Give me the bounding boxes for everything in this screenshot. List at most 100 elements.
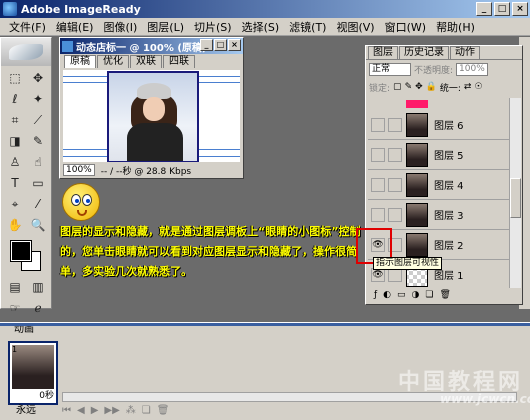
move-tool-icon[interactable]: ✥ [28, 68, 48, 88]
layer-thumbnail [406, 232, 428, 257]
lock-label: 锁定: [369, 83, 391, 94]
layer-row[interactable]: 图层 3 [368, 200, 510, 230]
minimize-button[interactable]: _ [476, 2, 492, 16]
type-tool-icon[interactable]: T [5, 173, 25, 193]
menu-layer[interactable]: 图层(L) [142, 19, 189, 35]
layer-row[interactable]: 图层 4 [368, 170, 510, 200]
layer-visibility-toggle[interactable] [371, 207, 385, 222]
menu-window[interactable]: 窗口(W) [380, 19, 431, 35]
lasso-tool-icon[interactable]: ℓ [5, 89, 25, 109]
menu-slice[interactable]: 切片(S) [189, 19, 237, 35]
tab-history[interactable]: 历史记录 [399, 46, 449, 59]
layer-thumbnail [406, 202, 428, 227]
lock-transparency-icon[interactable]: ▢ [393, 82, 402, 92]
document-status-bar: 100% -- / --秒 @ 28.8 Kbps [63, 163, 240, 177]
frame-thumbnail [12, 345, 54, 389]
tab-actions[interactable]: 动作 [450, 46, 480, 59]
app-title: Adobe ImageReady [21, 2, 141, 16]
prev-frame-icon[interactable]: ◀ [77, 405, 85, 416]
menu-file[interactable]: 文件(F) [4, 19, 51, 35]
zoom-tool-icon[interactable]: 🔍 [28, 215, 48, 235]
slice-tool-icon[interactable]: ⟋ [28, 110, 48, 130]
document-canvas[interactable] [63, 70, 240, 162]
image-map-tool-icon[interactable]: ⌖ [5, 194, 25, 214]
stamp-tool-icon[interactable]: ♙ [5, 152, 25, 172]
layer-style-icon[interactable]: ƒ [374, 290, 377, 300]
layer-thumbnail [406, 142, 428, 167]
marquee-tool-icon[interactable]: ⬚ [5, 68, 25, 88]
rollover-preview-icon[interactable]: ☞ [5, 298, 25, 318]
unify-position-icon[interactable]: ⇄ [464, 82, 472, 92]
watermark-url: www.jcwcn.com [440, 392, 530, 406]
play-icon[interactable]: ▶ [91, 405, 99, 416]
layer-row[interactable]: 图层 6 [368, 110, 510, 140]
layer-link-toggle[interactable] [388, 117, 402, 132]
delete-layer-icon[interactable]: 🗑 [439, 290, 450, 300]
layer-link-toggle[interactable] [388, 177, 402, 192]
layer-link-toggle[interactable] [388, 147, 402, 162]
menu-image[interactable]: 图像(I) [98, 19, 142, 35]
lock-pixels-icon[interactable]: ✎ [405, 82, 413, 92]
lock-all-icon[interactable]: 🔒 [426, 82, 437, 92]
shape-tool-icon[interactable]: ▭ [28, 173, 48, 193]
loop-select[interactable]: 永远 [16, 401, 36, 416]
layer-list-scrollbar[interactable] [509, 98, 521, 288]
tab-4-up[interactable]: 四联 [163, 55, 195, 68]
zoom-level-select[interactable]: 100% [63, 164, 95, 176]
layer-mask-icon[interactable]: ◐ [383, 290, 391, 300]
menu-view[interactable]: 视图(V) [331, 19, 379, 35]
toggle-image-map-icon[interactable]: ▥ [28, 277, 48, 297]
layer-row[interactable]: 图层 5 [368, 140, 510, 170]
smudge-tool-icon[interactable]: ☝ [28, 152, 48, 172]
emoticon-icon [62, 183, 100, 221]
layer-name: 图层 6 [434, 121, 464, 132]
menu-select[interactable]: 选择(S) [237, 19, 285, 35]
download-time: -- / --秒 @ 28.8 Kbps [100, 166, 192, 177]
menu-help[interactable]: 帮助(H) [431, 19, 480, 35]
blend-mode-select[interactable]: 正常 [369, 62, 411, 76]
toggle-slice-visibility-icon[interactable]: ▤ [5, 277, 25, 297]
lock-position-icon[interactable]: ✥ [415, 82, 423, 92]
feather-logo-icon [9, 44, 43, 60]
doc-close-button[interactable]: × [228, 39, 241, 51]
magic-wand-tool-icon[interactable]: ✦ [28, 89, 48, 109]
doc-maximize-button[interactable]: □ [214, 39, 227, 51]
layer-visibility-toggle[interactable] [371, 117, 385, 132]
doc-minimize-button[interactable]: _ [200, 39, 213, 51]
menu-filter[interactable]: 滤镜(T) [284, 19, 331, 35]
playback-controls: ⏮ ◀ ▶ ▶▶ ⁂ ❏ 🗑 [62, 405, 169, 416]
menu-edit[interactable]: 编辑(E) [51, 19, 99, 35]
layer-link-toggle[interactable] [388, 207, 402, 222]
unify-style-icon[interactable]: ☉ [474, 82, 482, 92]
duplicate-frame-icon[interactable]: ❏ [142, 405, 151, 416]
new-set-icon[interactable]: ▭ [397, 290, 406, 300]
layer-name: 图层 4 [434, 181, 464, 192]
tween-icon[interactable]: ⁂ [126, 405, 136, 416]
first-frame-icon[interactable]: ⏮ [62, 405, 71, 416]
eraser-tool-icon[interactable]: ◨ [5, 131, 25, 151]
layer-visibility-toggle[interactable] [371, 147, 385, 162]
next-frame-icon[interactable]: ▶▶ [104, 405, 119, 416]
animation-frame[interactable]: 1 0秒 [8, 341, 58, 405]
opacity-field[interactable]: 100% [456, 62, 489, 76]
tab-optimized[interactable]: 优化 [97, 55, 129, 68]
menu-bar: 文件(F) 编辑(E) 图像(I) 图层(L) 切片(S) 选择(S) 滤镜(T… [0, 18, 530, 36]
maximize-button[interactable]: □ [494, 2, 510, 16]
brush-tool-icon[interactable]: ✎ [28, 131, 48, 151]
canvas-photo [107, 71, 199, 162]
crop-tool-icon[interactable]: ⌗ [5, 110, 25, 130]
tab-2-up[interactable]: 双联 [130, 55, 162, 68]
tab-original[interactable]: 原稿 [64, 55, 96, 68]
delete-frame-icon[interactable]: 🗑 [157, 405, 170, 416]
close-button[interactable]: × [512, 2, 528, 16]
preview-in-browser-icon[interactable]: ℯ [28, 298, 48, 318]
hand-tool-icon[interactable]: ✋ [5, 215, 25, 235]
eyedropper-tool-icon[interactable]: ⁄ [28, 194, 48, 214]
new-layer-icon[interactable]: ❏ [425, 290, 433, 300]
foreground-color-swatch[interactable] [10, 240, 32, 262]
adjustment-layer-icon[interactable]: ◑ [412, 290, 420, 300]
frame-delay[interactable]: 0秒 [39, 388, 54, 401]
layer-visibility-toggle[interactable] [371, 177, 385, 192]
tab-layers[interactable]: 图层 [368, 46, 398, 59]
opacity-label: 不透明度: [414, 65, 454, 76]
